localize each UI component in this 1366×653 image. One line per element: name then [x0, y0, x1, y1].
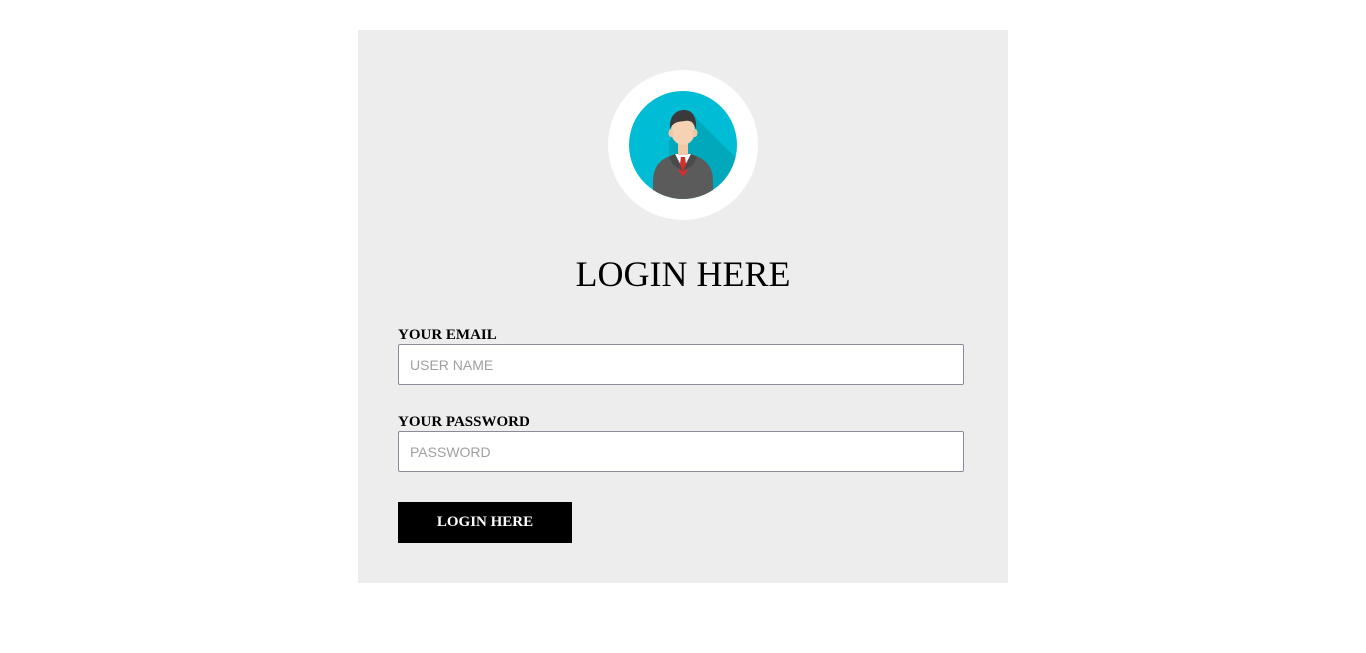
login-card: LOGIN HERE YOUR EMAIL YOUR PASSWORD LOGI… — [358, 30, 1008, 583]
password-label: YOUR PASSWORD — [398, 414, 530, 430]
page-title: LOGIN HERE — [575, 254, 791, 294]
avatar — [608, 70, 758, 220]
login-button[interactable]: LOGIN HERE — [398, 502, 572, 543]
email-field[interactable] — [398, 344, 964, 385]
user-avatar-icon — [629, 91, 737, 199]
password-field[interactable] — [398, 431, 964, 472]
email-label: YOUR EMAIL — [398, 327, 497, 343]
